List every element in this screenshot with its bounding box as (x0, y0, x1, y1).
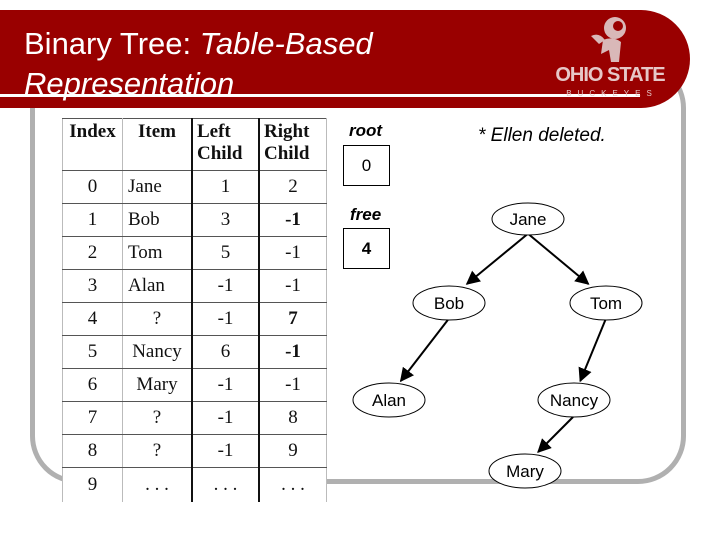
edge-tom-nancy (578, 319, 607, 383)
tree-node-tom: Tom (569, 285, 643, 321)
tree-node-label: Mary (506, 462, 544, 481)
tree-node-label: Jane (510, 210, 547, 229)
tree-node-label: Bob (434, 294, 464, 313)
edge-bob-alan (399, 319, 449, 383)
tree-node-alan: Alan (352, 382, 426, 418)
tree-node-label: Alan (372, 391, 406, 410)
edge-nancy-mary (537, 416, 574, 453)
tree-node-label: Tom (590, 294, 622, 313)
binary-tree-diagram: Jane Bob Tom Alan Nancy Mary (352, 202, 643, 489)
edge-jane-tom (528, 234, 590, 285)
tree-node-nancy: Nancy (537, 382, 611, 418)
edge-jane-bob (465, 234, 528, 285)
tree-node-jane: Jane (491, 202, 565, 236)
tree-node-label: Nancy (550, 391, 599, 410)
tree-node-mary: Mary (488, 453, 562, 489)
tree-node-bob: Bob (412, 285, 486, 321)
